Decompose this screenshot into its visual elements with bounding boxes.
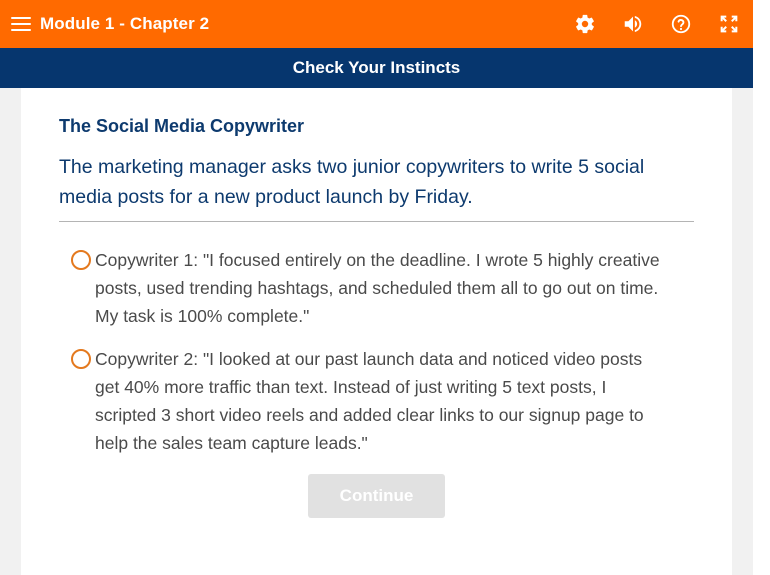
radio-button-2[interactable] bbox=[71, 349, 91, 369]
menu-icon[interactable] bbox=[11, 16, 31, 32]
section-header: Check Your Instincts bbox=[0, 48, 753, 88]
toolbar-icons bbox=[573, 0, 753, 48]
gear-icon[interactable] bbox=[573, 12, 597, 36]
top-bar: Module 1 - Chapter 2 bbox=[0, 0, 753, 48]
help-icon[interactable] bbox=[669, 12, 693, 36]
question-title: The Social Media Copywriter bbox=[59, 116, 305, 136]
divider bbox=[59, 221, 694, 222]
answer-option-2[interactable]: Copywriter 2: "I looked at our past laun… bbox=[71, 345, 661, 457]
scrollbar-track[interactable] bbox=[753, 0, 770, 575]
answer-option-label: Copywriter 1: "I focused entirely on the… bbox=[95, 250, 660, 326]
module-title: Module 1 - Chapter 2 bbox=[40, 14, 210, 33]
answer-option-label: Copywriter 2: "I looked at our past laun… bbox=[95, 349, 644, 453]
continue-button[interactable]: Continue bbox=[308, 474, 445, 518]
radio-button-1[interactable] bbox=[71, 250, 91, 270]
answer-option-1[interactable]: Copywriter 1: "I focused entirely on the… bbox=[71, 246, 661, 330]
question-card: The Social Media Copywriter The marketin… bbox=[21, 88, 732, 575]
fullscreen-icon[interactable] bbox=[717, 12, 741, 36]
volume-icon[interactable] bbox=[621, 12, 645, 36]
question-prompt: The marketing manager asks two junior co… bbox=[59, 156, 645, 208]
